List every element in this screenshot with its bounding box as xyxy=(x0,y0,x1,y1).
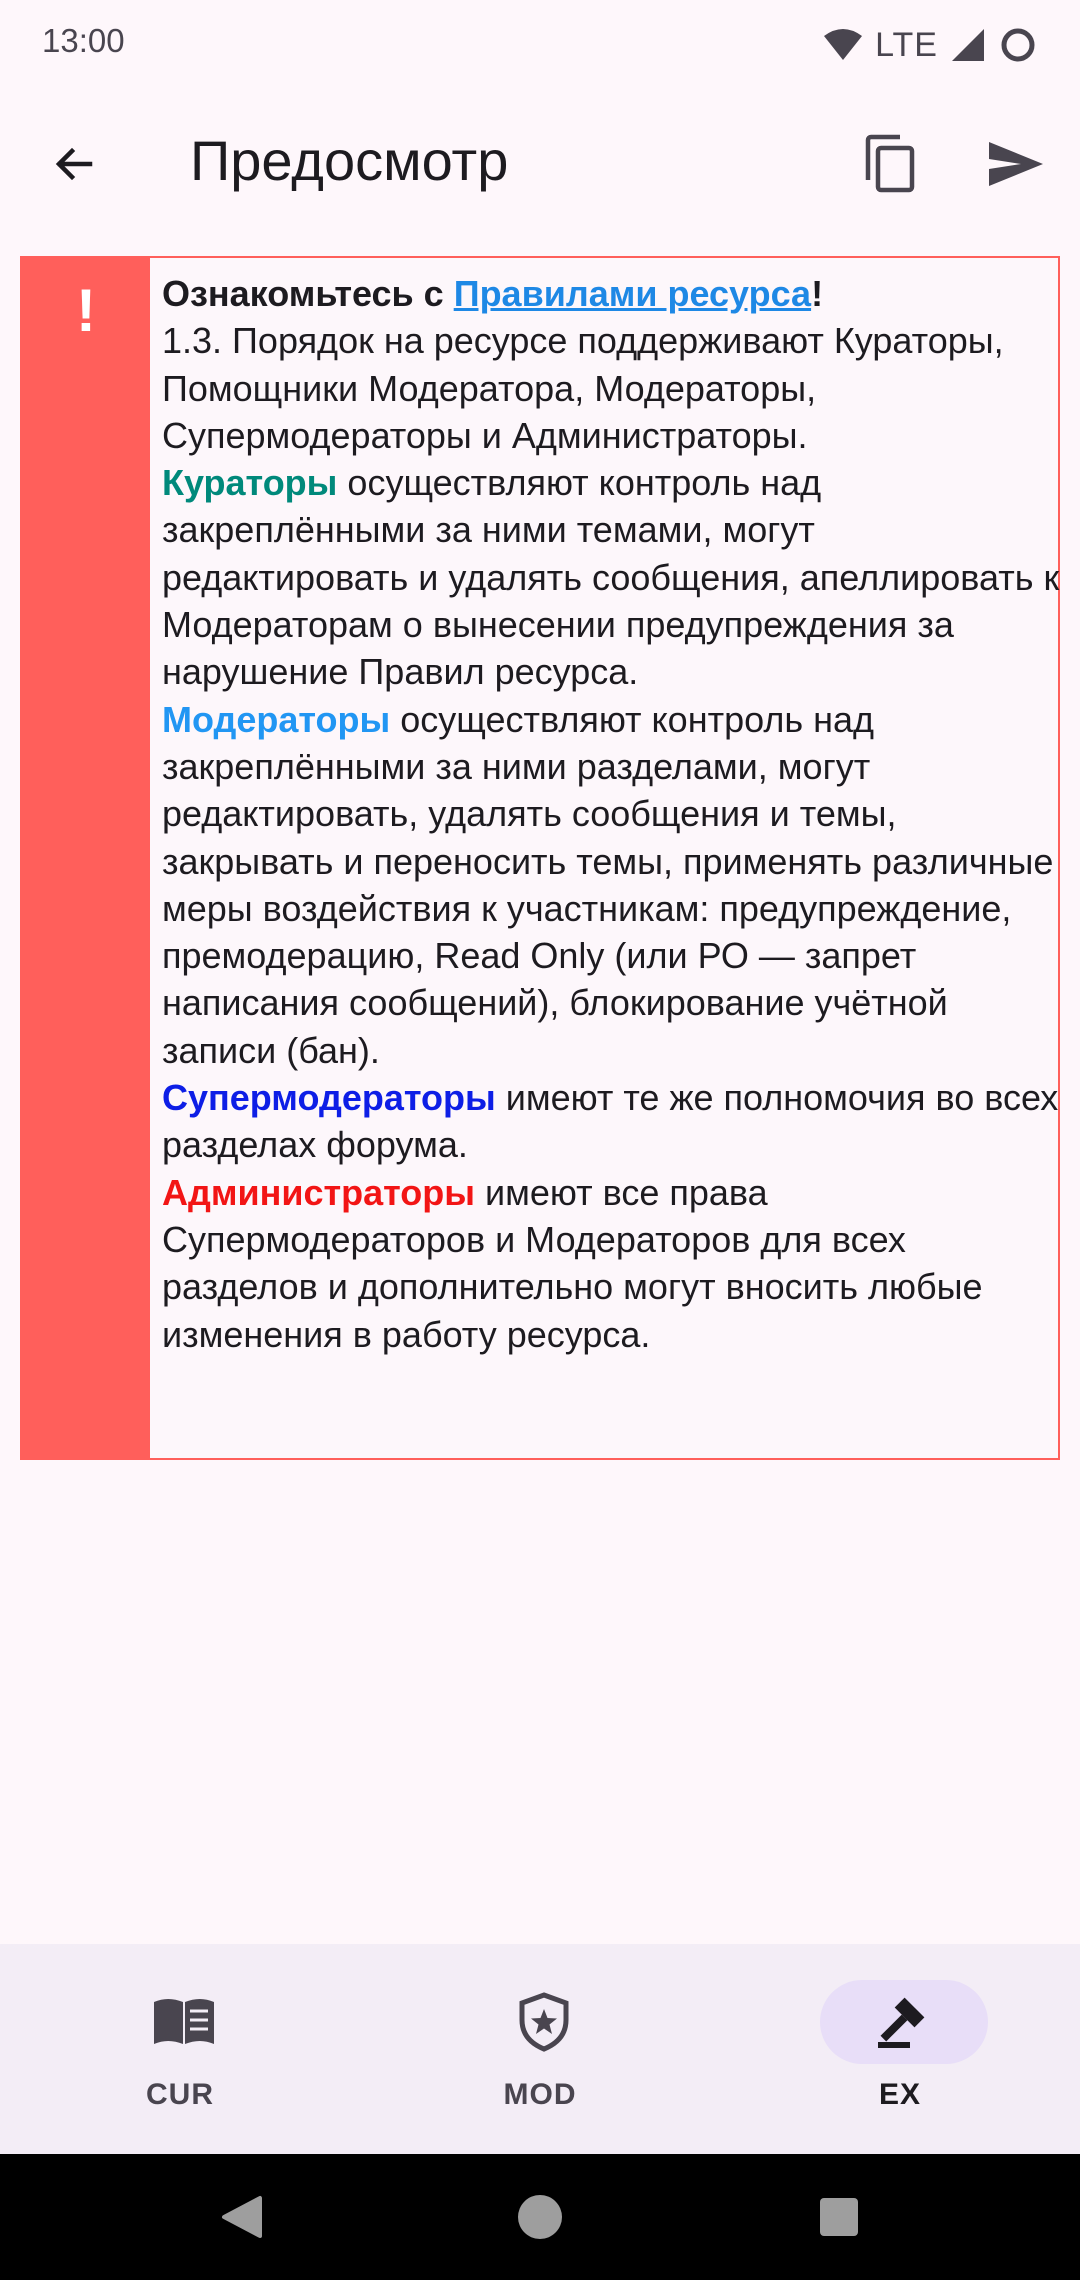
square-recents-icon xyxy=(820,2198,858,2236)
moderators-paragraph: Модераторы осуществляют контроль над зак… xyxy=(162,696,1062,1074)
rule-text: 1.3. Порядок на ресурсе поддерживают Кур… xyxy=(162,320,1004,456)
bottom-navigation: CUR MOD EX xyxy=(0,1944,1080,2154)
circle-home-icon xyxy=(518,2195,562,2239)
rules-link[interactable]: Правилами ресурса xyxy=(454,273,811,314)
nav-label-cur: CUR xyxy=(146,2078,214,2111)
status-icons: LTE xyxy=(823,18,1038,72)
wifi-icon xyxy=(824,29,863,60)
intro-suffix: ! xyxy=(811,273,824,314)
intro-prefix: Ознакомьтесь с xyxy=(162,273,454,314)
supermoderators-paragraph: Супермодераторы имеют те же полномочия в… xyxy=(162,1074,1062,1169)
curators-paragraph: Кураторы осуществляют контроль над закре… xyxy=(162,459,1062,695)
admins-label: Администраторы xyxy=(162,1171,476,1213)
supermoderators-label: Супермодераторы xyxy=(162,1077,496,1119)
status-bar: 13:00 LTE xyxy=(0,0,1080,90)
nav-pill-mod xyxy=(460,1980,628,2064)
notice-text: Ознакомьтесь с Правилами ресурса! 1.3. П… xyxy=(162,270,1062,1358)
network-type: LTE xyxy=(875,25,938,64)
nav-label-ex: EX xyxy=(878,2078,922,2111)
gavel-icon xyxy=(878,1997,925,2048)
moderators-text: осуществляют контроль над закреплёнными … xyxy=(162,698,1054,1071)
system-navigation-bar xyxy=(0,2154,1080,2280)
copy-icon xyxy=(865,134,915,193)
copy-button[interactable] xyxy=(850,124,930,204)
arrow-back-icon xyxy=(55,147,93,181)
exclamation-icon: ! xyxy=(76,277,96,344)
triangle-back-icon xyxy=(222,2196,262,2238)
moderators-label: Модераторы xyxy=(162,698,391,740)
send-icon xyxy=(989,142,1043,186)
system-home-button[interactable] xyxy=(507,2184,573,2250)
top-app-bar: Предосмотр xyxy=(0,100,1080,224)
status-time: 13:00 xyxy=(42,22,125,59)
system-back-button[interactable] xyxy=(208,2184,274,2250)
admins-paragraph: Администраторы имеют все права Супермоде… xyxy=(162,1169,1062,1358)
nav-item-mod[interactable]: MOD xyxy=(360,1944,720,2154)
notice-intro: Ознакомьтесь с Правилами ресурса! xyxy=(162,270,1062,317)
battery-icon xyxy=(1001,28,1035,62)
book-icon xyxy=(154,1999,214,2044)
rules-notice: ! Ознакомьтесь с Правилами ресурса! 1.3.… xyxy=(20,256,1060,1460)
curators-label: Кураторы xyxy=(162,462,338,504)
nav-item-cur[interactable]: CUR xyxy=(0,1944,360,2154)
system-recents-button[interactable] xyxy=(806,2184,872,2250)
nav-pill-ex xyxy=(820,1980,988,2064)
nav-pill-cur xyxy=(100,1980,268,2064)
page-title: Предосмотр xyxy=(190,129,509,192)
nav-item-ex[interactable]: EX xyxy=(720,1944,1080,2154)
shield-star-icon xyxy=(519,1992,569,2052)
nav-label-mod: MOD xyxy=(503,2078,577,2111)
send-button[interactable] xyxy=(976,124,1056,204)
notice-accent-bar: ! xyxy=(22,258,150,1458)
signal-icon xyxy=(952,29,984,61)
back-button[interactable] xyxy=(34,124,114,204)
